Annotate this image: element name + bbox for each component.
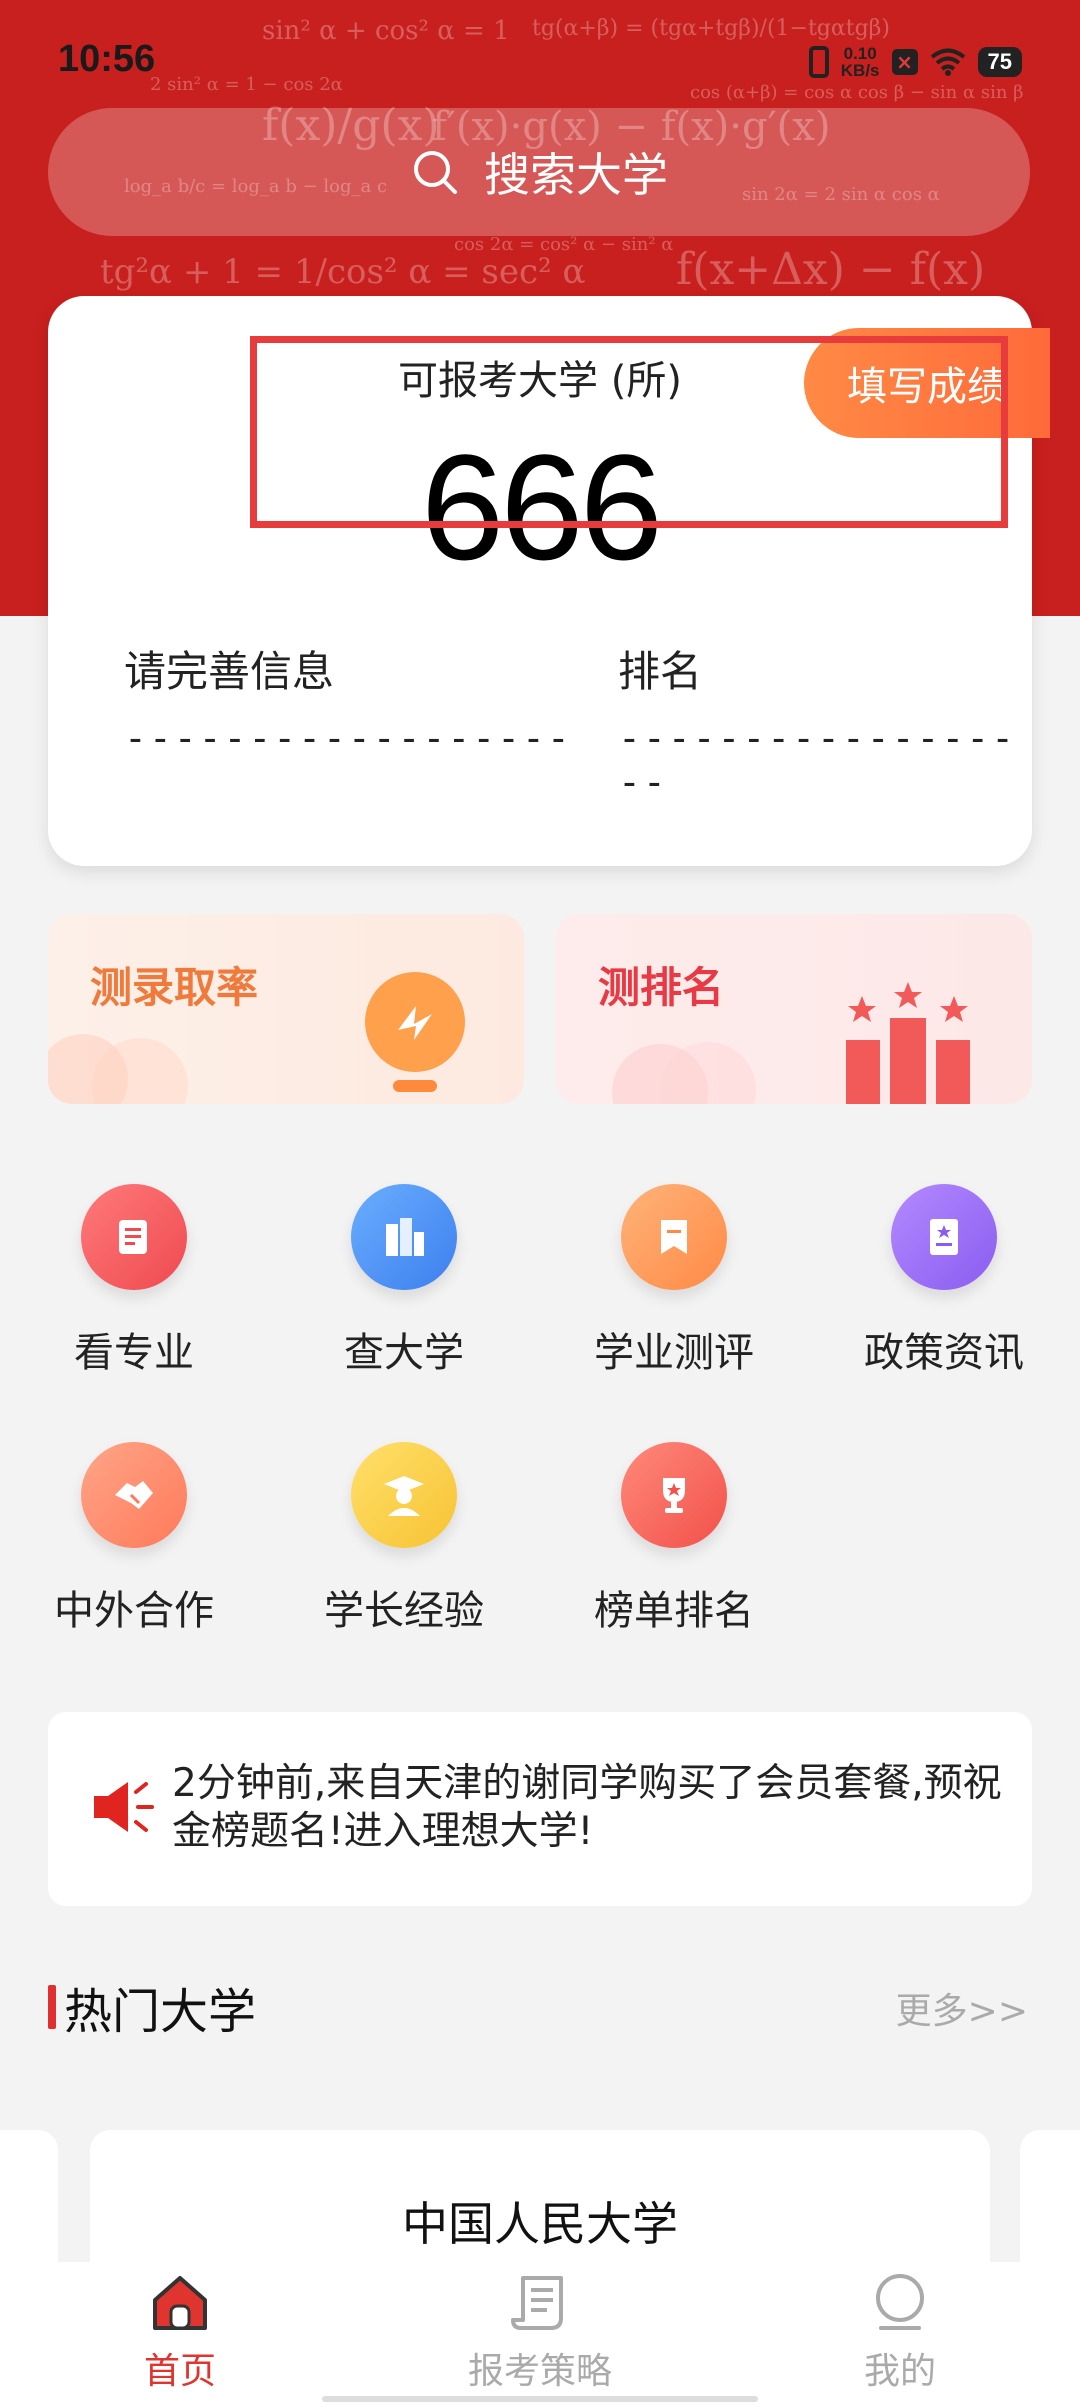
search-icon	[414, 151, 457, 194]
policy-news-item[interactable]: 政策资讯	[844, 1184, 1044, 1378]
nav-strategy-label: 报考策略	[467, 2351, 612, 2392]
status-time: 10:56	[58, 38, 156, 80]
document-icon	[81, 1184, 187, 1290]
search-placeholder: 搜索大学	[484, 148, 668, 202]
podium-icon	[846, 982, 970, 1104]
score-card: 可报考大学 (所) 666 填写成绩 请完善信息 ---------------…	[48, 296, 1050, 866]
scroll-icon	[511, 2276, 563, 2330]
nav-home[interactable]: 首页	[70, 2272, 290, 2394]
building-icon	[351, 1184, 457, 1290]
ranking-test-label: 测排名	[598, 963, 725, 1012]
net-speed: 0.10 KB/s	[840, 44, 880, 80]
admission-rate-label: 测录取率	[90, 963, 259, 1012]
complete-info-value: ------------------	[124, 716, 572, 760]
profile-icon	[876, 2274, 924, 2330]
search-universities-label: 查大学	[344, 1330, 464, 1376]
formula-decoration: tg(α+β) = (tgα+tgβ)/(1−tgαtgβ)	[532, 16, 890, 41]
ranking-test-card[interactable]: 测排名	[556, 914, 1032, 1104]
bottom-nav: 首页 报考策略 我的	[0, 2262, 1080, 2408]
trophy-icon	[621, 1442, 727, 1548]
search-universities-item[interactable]: 查大学	[304, 1184, 504, 1378]
rankings-list-label: 榜单排名	[594, 1588, 754, 1634]
nav-profile-label: 我的	[863, 2351, 936, 2392]
senior-experience-item[interactable]: 学长经验	[304, 1442, 504, 1636]
bookmark-icon	[621, 1184, 727, 1290]
home-indicator[interactable]	[322, 2396, 758, 2402]
rankings-list-item[interactable]: 榜单排名	[574, 1442, 774, 1636]
highlight-box	[250, 336, 1008, 528]
browse-majors-label: 看专业	[74, 1330, 194, 1376]
more-link[interactable]: 更多>>	[896, 1982, 1028, 2034]
intl-cooperation-label: 中外合作	[54, 1588, 214, 1634]
formula-decoration: sin² α + cos² α = 1	[262, 16, 510, 46]
academic-assessment-item[interactable]: 学业测评	[574, 1184, 774, 1378]
academic-assessment-label: 学业测评	[594, 1330, 754, 1376]
book-icon	[891, 1184, 997, 1290]
hot-universities-header: 热门大学	[48, 1972, 256, 2042]
hot-universities-title: 热门大学	[64, 1984, 257, 2040]
complete-info-label[interactable]: 请完善信息	[124, 638, 334, 699]
rank-value: ------------------	[618, 716, 1017, 804]
formula-decoration: cos (α+β) = cos α cos β − sin α sin β	[690, 82, 1024, 103]
handshake-icon	[81, 1442, 187, 1548]
policy-news-label: 政策资讯	[864, 1330, 1024, 1376]
formula-decoration: tg²α + 1 = 1/cos² α = sec² α	[100, 252, 586, 292]
home-icon	[153, 2276, 207, 2330]
intl-cooperation-item[interactable]: 中外合作	[34, 1442, 234, 1636]
lightbulb-icon	[365, 972, 465, 1092]
nav-home-label: 首页	[143, 2351, 216, 2392]
graduate-icon	[351, 1442, 457, 1548]
nav-strategy[interactable]: 报考策略	[430, 2272, 650, 2394]
university-name: 中国人民大学	[402, 2197, 678, 2251]
search-bar[interactable]: 搜索大学	[48, 108, 1030, 236]
battery-indicator: 75	[977, 47, 1022, 77]
vibrate-icon	[808, 46, 829, 78]
formula-decoration: 2 sin² α = 1 − cos 2α	[150, 74, 343, 95]
no-sim-icon: ×	[891, 49, 918, 75]
nav-profile[interactable]: 我的	[790, 2272, 1010, 2394]
megaphone-icon	[94, 1782, 154, 1832]
section-accent-bar	[48, 1985, 56, 2029]
wifi-icon	[930, 48, 965, 76]
formula-decoration: f(x+Δx) − f(x)	[676, 244, 986, 295]
senior-experience-label: 学长经验	[324, 1588, 484, 1634]
notice-text: 2分钟前,来自天津的谢同学购买了会员套餐,预祝金榜题名!进入理想大学!	[172, 1761, 1002, 1854]
purchase-notice[interactable]: 2分钟前,来自天津的谢同学购买了会员套餐,预祝金榜题名!进入理想大学!	[48, 1712, 1032, 1906]
browse-majors-item[interactable]: 看专业	[34, 1184, 234, 1378]
status-icons: 0.10 KB/s × 75	[808, 42, 1022, 82]
rank-label: 排名	[618, 647, 703, 696]
admission-rate-card[interactable]: 测录取率	[48, 914, 524, 1104]
